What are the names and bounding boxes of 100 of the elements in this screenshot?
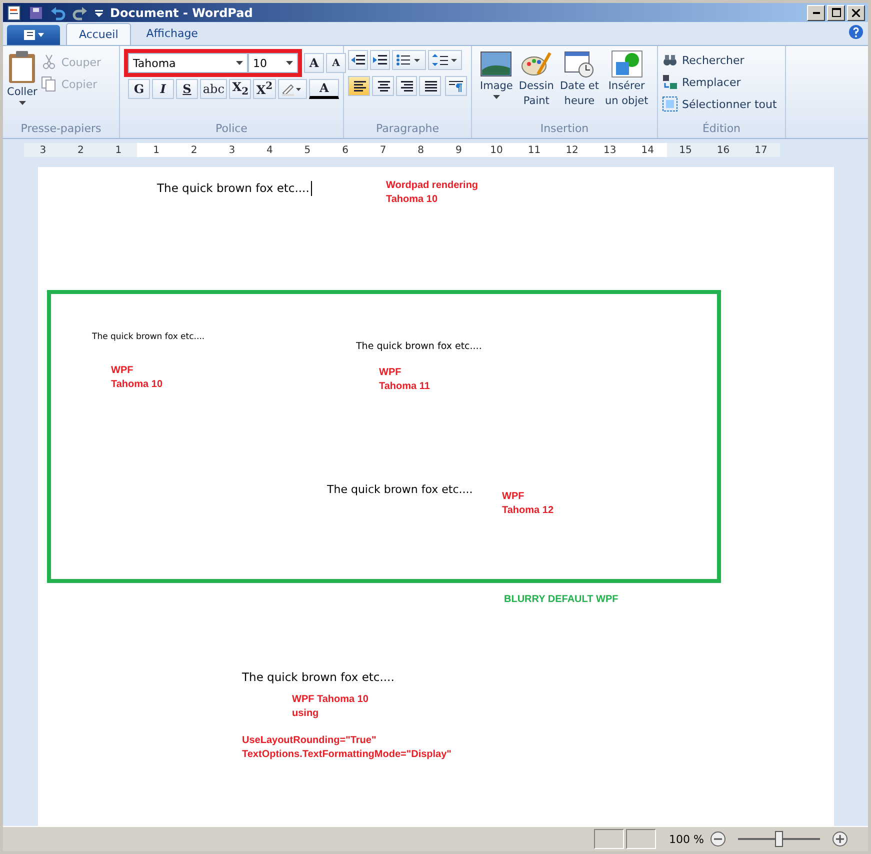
sample-text: The quick brown fox etc....: [92, 332, 205, 342]
indent-icon: [373, 54, 387, 66]
ribbon-tab[interactable]: Accueil: [66, 23, 132, 45]
highlight-button[interactable]: [278, 79, 308, 99]
window-title: Document - WordPad: [110, 6, 254, 20]
scissors-icon: [41, 54, 58, 70]
ruler-number: 16: [716, 144, 731, 156]
ruler-number: 7: [378, 144, 388, 156]
ruler-number: 8: [416, 144, 426, 156]
close-button[interactable]: [847, 4, 865, 20]
ruler-number: 12: [564, 144, 580, 156]
font-name-combo[interactable]: Tahoma: [128, 53, 248, 73]
align-icon: [376, 80, 390, 92]
ruler-number: 11: [526, 144, 542, 156]
zoom-in-icon[interactable]: [832, 831, 848, 847]
align-icon: [352, 80, 366, 92]
customize-caret-icon[interactable]: [94, 8, 104, 18]
annotation-text: WPF Tahoma 11: [379, 366, 430, 394]
ruler-number: 1: [152, 144, 160, 156]
frame-caption: BLURRY DEFAULT WPF: [504, 593, 618, 607]
group-label: Insertion: [539, 122, 590, 137]
clipboard-icon: [7, 50, 38, 84]
palette-icon: [520, 50, 552, 78]
font-color-button[interactable]: A: [309, 79, 340, 99]
ruler-number: 13: [602, 144, 618, 156]
align-button[interactable]: [372, 76, 394, 96]
align-icon: [399, 80, 414, 92]
application-menu-button[interactable]: [7, 25, 60, 45]
slider-thumb[interactable]: [775, 831, 783, 847]
insert-button[interactable]: Dessin Paint: [518, 50, 554, 122]
align-button[interactable]: [348, 76, 370, 96]
pen-icon: [281, 82, 304, 96]
minimize-icon: [812, 12, 820, 14]
redo-icon[interactable]: [72, 4, 88, 20]
help-icon[interactable]: [848, 24, 864, 40]
status-panel: [626, 829, 656, 849]
ruler-number: 15: [678, 144, 693, 156]
caret-icon: [236, 61, 243, 65]
line-spacing-icon: [432, 54, 458, 66]
replace-icon: [662, 74, 678, 90]
caret-icon: [286, 61, 293, 65]
font-size-combo[interactable]: 10: [248, 53, 298, 73]
ruler-number: 5: [303, 144, 312, 156]
edit-button[interactable]: Remplacer: [662, 72, 777, 92]
annotation-text: Wordpad rendering Tahoma 10: [386, 179, 478, 207]
maximize-button[interactable]: [827, 4, 845, 20]
shrink-font-button[interactable]: A: [326, 53, 346, 73]
decrease-indent-button[interactable]: [348, 50, 368, 70]
format-button[interactable]: I: [152, 79, 174, 99]
caret-icon: [18, 101, 26, 105]
format-button[interactable]: G: [128, 79, 150, 99]
format-button[interactable]: X$_{2}$: [229, 79, 252, 99]
save-icon[interactable]: [28, 4, 44, 20]
ruler-number: 17: [754, 144, 768, 156]
align-button[interactable]: [419, 76, 442, 96]
menu-icon: [22, 29, 44, 41]
sample-text: The quick brown fox etc....: [157, 181, 312, 196]
zoom-level: 100 %: [669, 832, 704, 846]
sample-text: The quick brown fox etc....: [356, 341, 482, 352]
ruler-number: 6: [341, 144, 350, 156]
align-icon: [423, 80, 438, 92]
sample-text: The quick brown fox etc....: [242, 670, 394, 684]
ruler-number: 2: [190, 144, 198, 156]
document-icon[interactable]: [6, 4, 22, 20]
ruler-number: 9: [454, 144, 463, 156]
ruler-number: 1: [114, 144, 123, 156]
minimize-button[interactable]: [807, 4, 825, 20]
insert-button[interactable]: Image: [480, 50, 513, 122]
ruler-number: 2: [76, 144, 85, 156]
ruler-number: 14: [640, 144, 656, 156]
bullet-list-button[interactable]: [392, 50, 426, 70]
paste-button[interactable]: Coller: [7, 50, 38, 122]
format-button[interactable]: abc: [200, 79, 228, 99]
zoom-out-icon[interactable]: [710, 831, 726, 847]
group-label: Police: [214, 122, 248, 137]
ruler-number: 10: [489, 144, 504, 156]
edit-button[interactable]: Rechercher: [662, 50, 777, 70]
insert-button[interactable]: Date et heure: [560, 50, 599, 122]
annotation-text: WPF Tahoma 10: [111, 364, 162, 392]
calendar-clock-icon: [563, 50, 596, 78]
sample-text: The quick brown fox etc....: [327, 483, 473, 496]
maximize-icon: [832, 8, 840, 17]
edit-button[interactable]: Sélectionner tout: [662, 94, 777, 114]
paragraph-button[interactable]: [445, 76, 467, 96]
grow-font-button[interactable]: A: [304, 53, 324, 73]
ribbon-tab[interactable]: Affichage: [133, 22, 211, 45]
insert-button[interactable]: Insérer un objet: [604, 50, 648, 122]
landscape-icon: [480, 50, 512, 78]
paragraph-icon: [449, 80, 464, 92]
format-button[interactable]: S: [176, 79, 198, 99]
ruler-number: 3: [38, 144, 48, 156]
caret-icon: [492, 95, 500, 99]
line-spacing-button[interactable]: [428, 50, 462, 70]
align-button[interactable]: [396, 76, 418, 96]
undo-icon[interactable]: [50, 4, 66, 20]
status-panel: [594, 829, 624, 849]
format-button[interactable]: X$^{2}$: [253, 79, 276, 99]
close-icon: [852, 8, 860, 16]
increase-indent-button[interactable]: [370, 50, 390, 70]
binoculars-icon: [662, 52, 678, 68]
